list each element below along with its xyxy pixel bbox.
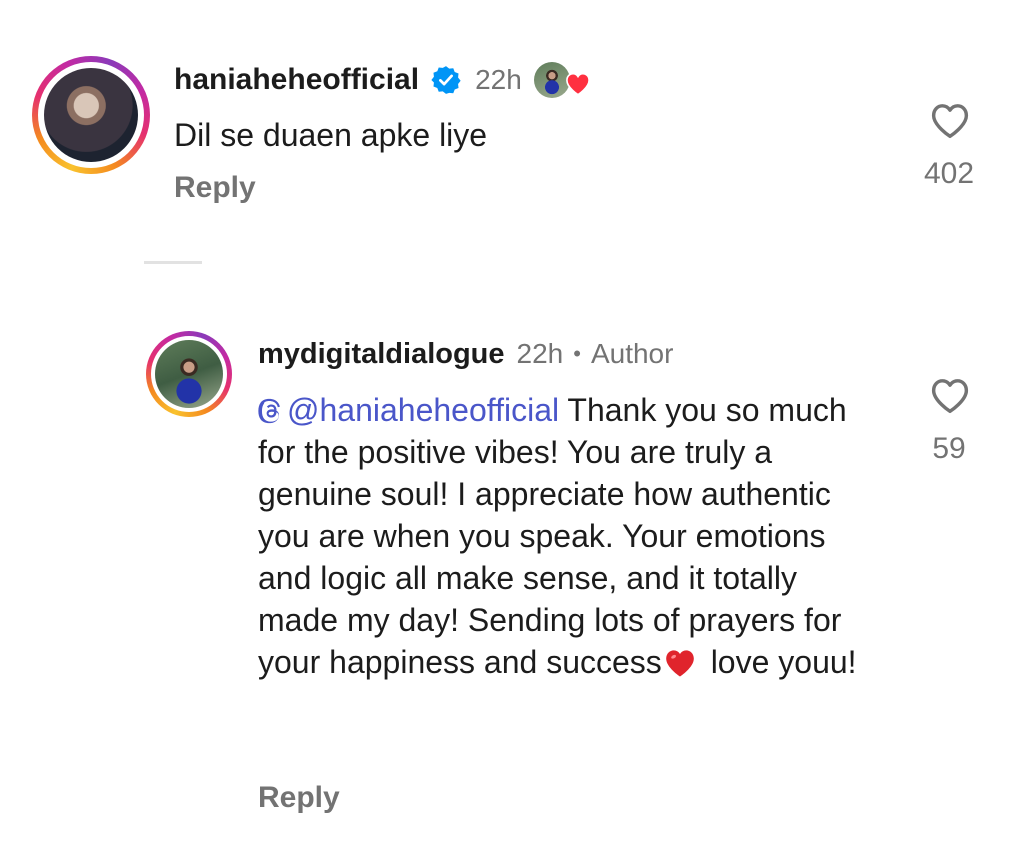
reply-button[interactable]: Reply: [258, 781, 340, 815]
comment-header: haniaheheofficial 22h: [174, 58, 594, 102]
username[interactable]: mydigitaldialogue: [258, 338, 505, 371]
comment-text: Dil se duaen apke liye: [174, 117, 488, 153]
heart-outline-icon[interactable]: [928, 375, 972, 415]
verified-badge-icon: [431, 66, 461, 94]
avatar[interactable]: [155, 340, 223, 408]
reply-text: @haniaheheofficial Thank you so much for…: [258, 389, 878, 683]
red-heart-emoji-icon: [665, 650, 694, 677]
heart-filled-icon: [565, 72, 590, 96]
mention-username: @haniaheheofficial: [287, 392, 560, 428]
liked-by-author-indicator: [533, 58, 594, 102]
avatar[interactable]: [44, 68, 138, 162]
reply-body-part2: love youu!: [701, 644, 857, 680]
author-tag: Author: [590, 338, 674, 369]
separator-dot: •: [573, 341, 581, 366]
mention-link[interactable]: @haniaheheofficial: [258, 392, 559, 428]
reply-body-part1: Thank you so much for the positive vibes…: [258, 392, 847, 680]
view-replies-divider: [144, 261, 202, 264]
reply-button[interactable]: Reply: [174, 171, 256, 205]
username[interactable]: haniaheheofficial: [174, 63, 419, 97]
timestamp: 22h: [516, 338, 564, 369]
reply-header: mydigitaldialogue 22h • Author: [258, 334, 673, 374]
threads-icon: [258, 398, 280, 424]
like-count: 59: [932, 432, 966, 465]
like-count: 402: [923, 157, 975, 190]
timestamp: 22h: [475, 64, 522, 95]
heart-outline-icon[interactable]: [928, 100, 972, 140]
